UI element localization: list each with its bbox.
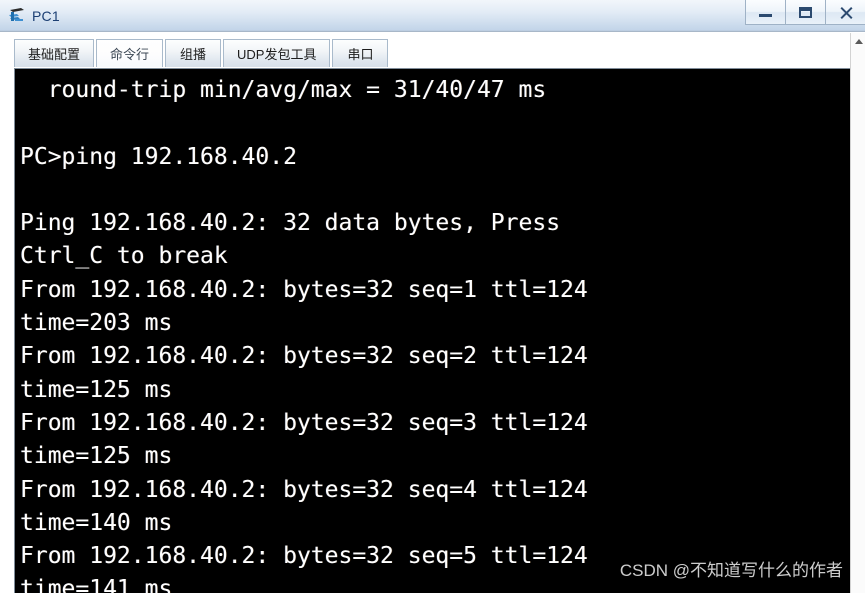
- terminal-line: time=203 ms: [20, 310, 173, 337]
- terminal-line: time=141 ms: [20, 576, 173, 593]
- terminal-line: From 192.168.40.2: bytes=32 seq=5 ttl=12…: [20, 543, 588, 570]
- scroll-up-arrow-icon: [854, 38, 863, 44]
- close-button[interactable]: [825, 0, 865, 25]
- minimize-button[interactable]: [745, 0, 785, 25]
- terminal-line: time=125 ms: [20, 376, 173, 403]
- terminal-line: time=125 ms: [20, 443, 173, 470]
- tab-basic-config[interactable]: 基础配置: [14, 39, 95, 67]
- window-controls: [745, 0, 865, 26]
- terminal-line: Ctrl_C to break: [20, 243, 228, 270]
- tab-label: UDP发包工具: [237, 47, 317, 62]
- tab-udp-tool[interactable]: UDP发包工具: [223, 39, 331, 67]
- terminal-line: time=140 ms: [20, 509, 173, 536]
- pc1-window: PC1 基础配置 命令行 组播 UDP发包工具 串口 round-trip mi…: [0, 0, 865, 593]
- terminal-output[interactable]: round-trip min/avg/max = 31/40/47 ms PC>p…: [15, 69, 835, 593]
- window-titlebar: PC1: [0, 0, 865, 32]
- tab-label: 串口: [347, 47, 374, 62]
- pc-device-icon: [6, 5, 28, 27]
- terminal-line: Ping 192.168.40.2: 32 data bytes, Press: [20, 210, 561, 237]
- maximize-button[interactable]: [785, 0, 825, 25]
- tab-serial-port[interactable]: 串口: [332, 39, 389, 67]
- close-icon: [839, 6, 852, 19]
- tab-label: 命令行: [110, 47, 150, 62]
- tab-command-line[interactable]: 命令行: [96, 39, 164, 67]
- terminal-line: From 192.168.40.2: bytes=32 seq=2 ttl=12…: [20, 343, 588, 370]
- tab-multicast[interactable]: 组播: [165, 39, 222, 67]
- terminal-line: PC>ping 192.168.40.2: [20, 143, 297, 170]
- tab-strip: 基础配置 命令行 组播 UDP发包工具 串口: [0, 32, 865, 68]
- maximize-icon: [799, 6, 812, 18]
- terminal-line: From 192.168.40.2: bytes=32 seq=4 ttl=12…: [20, 476, 588, 503]
- window-title: PC1: [32, 7, 60, 24]
- terminal-line: From 192.168.40.2: bytes=32 seq=1 ttl=12…: [20, 276, 588, 303]
- minimize-icon: [759, 14, 772, 17]
- terminal-line: From 192.168.40.2: bytes=32 seq=3 ttl=12…: [20, 409, 588, 436]
- vertical-scrollbar[interactable]: [850, 33, 865, 593]
- tab-label: 组播: [180, 47, 207, 62]
- tab-label: 基础配置: [28, 47, 81, 62]
- terminal-line: round-trip min/avg/max = 31/40/47 ms: [20, 77, 547, 103]
- console-panel: round-trip min/avg/max = 31/40/47 ms PC>p…: [14, 68, 850, 593]
- scroll-up-button[interactable]: [851, 33, 865, 49]
